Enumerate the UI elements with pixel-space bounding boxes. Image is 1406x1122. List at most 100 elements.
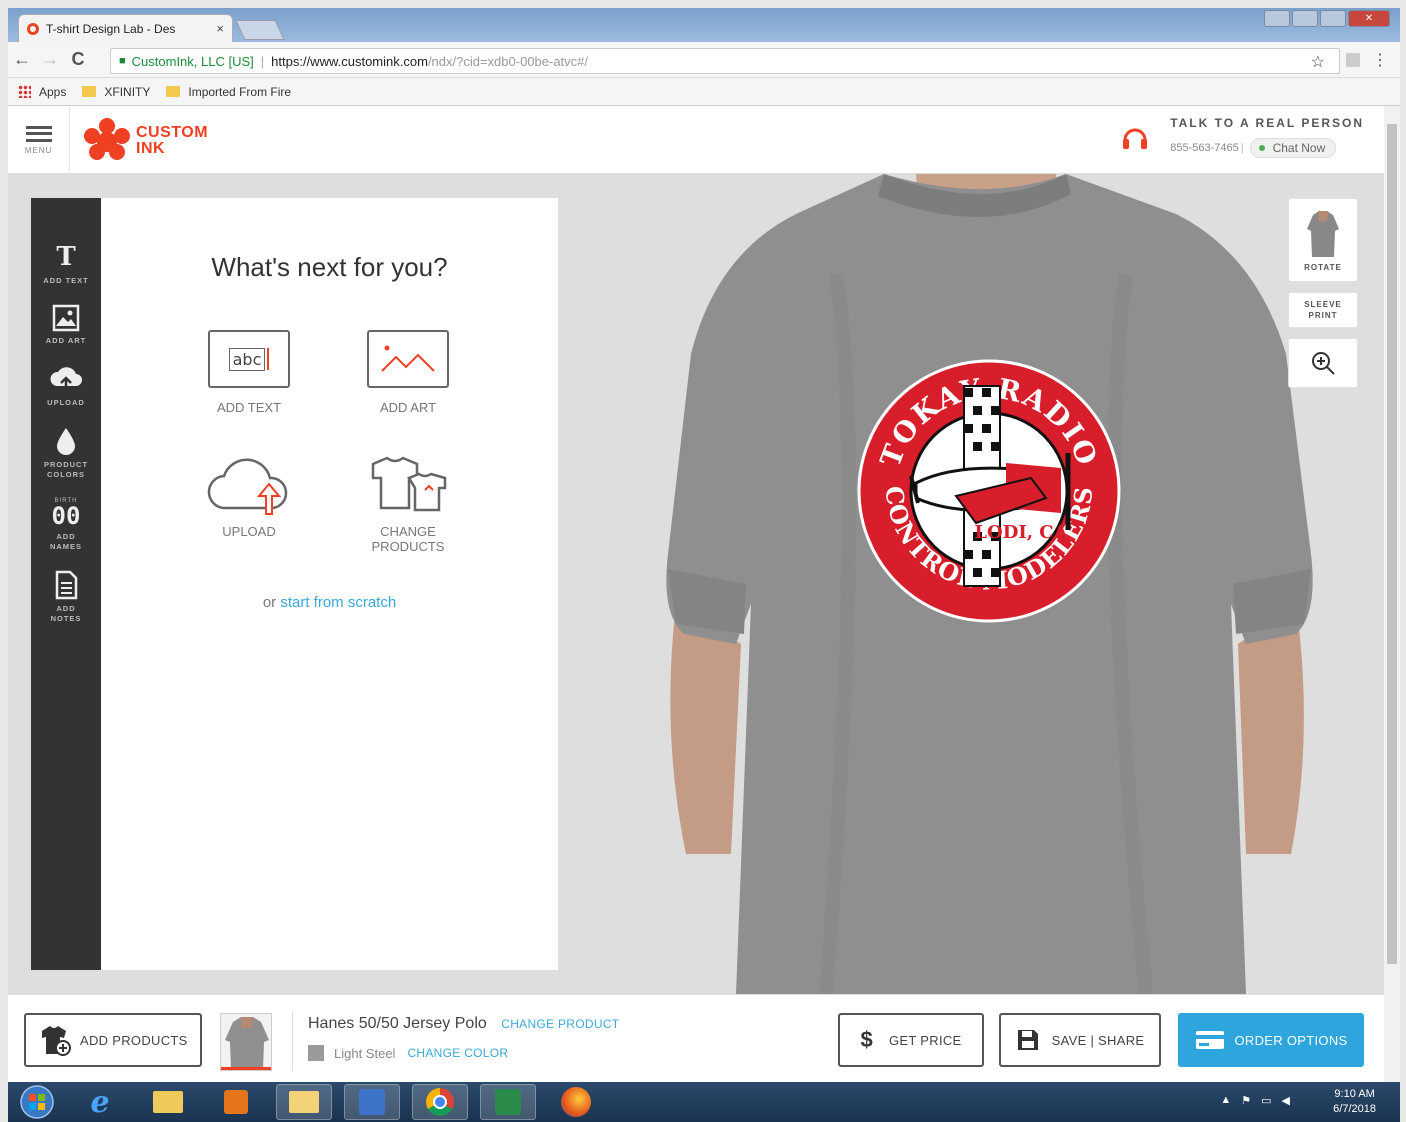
start-from-scratch-link[interactable]: start from scratch (280, 594, 396, 611)
address-bar[interactable]: ■ CustomInk, LLC [US] | https://www.cust… (110, 48, 1340, 74)
tool-add-notes[interactable]: ADD NOTES (31, 570, 101, 624)
page-scrollbar[interactable] (1384, 106, 1400, 1082)
bookmark-imported[interactable]: Imported From Fire (166, 85, 291, 99)
get-price-button[interactable]: $ GET PRICE (838, 1013, 984, 1067)
hamburger-icon (25, 125, 52, 142)
scratch-prefix: or (262, 594, 277, 611)
headset-icon (1123, 128, 1147, 149)
minimize-button[interactable] (1292, 10, 1318, 27)
tool-add-text[interactable]: T ADD TEXT (31, 242, 101, 286)
maximize-button[interactable] (1320, 10, 1346, 27)
change-color-link[interactable]: CHANGE COLOR (407, 1046, 508, 1060)
change-product-link[interactable]: CHANGE PRODUCT (501, 1017, 619, 1031)
bottom-action-bar: ADD PRODUCTS Hanes 50/50 Jersey Polo CHA… (8, 994, 1384, 1082)
badge-location-text: LODI, CA (974, 522, 1068, 543)
zoom-in-icon (1312, 352, 1335, 375)
windows-taskbar: e ▲ ⚑ ▭ ◀ 9:10 AM 6/7/2018 (8, 1082, 1400, 1122)
browser-tab[interactable]: T-shirt Design Lab - Des × (18, 14, 233, 42)
browser-menu-icon[interactable]: ⋮ (1372, 50, 1388, 70)
folder-icon (166, 86, 181, 97)
design-canvas[interactable]: TOKAY RADIO CONTROL MODELERS (566, 174, 1384, 994)
new-tab-button[interactable] (235, 20, 285, 40)
browser-tab-strip: T-shirt Design Lab - Des × ✕ (8, 8, 1400, 42)
browser-toolbar: ← → C ■ CustomInk, LLC [US] | https://ww… (8, 42, 1400, 78)
save-share-button[interactable]: SAVE | SHARE (999, 1013, 1161, 1067)
bookmark-xfinity[interactable]: XFINITY (82, 85, 150, 99)
chat-now-button[interactable]: Chat Now (1249, 138, 1337, 158)
add-product-shirt-icon (42, 1026, 71, 1056)
taskbar-clock[interactable]: 9:10 AM 6/7/2018 (1333, 1087, 1376, 1117)
scrollbar-thumb[interactable] (1387, 124, 1397, 964)
network-icon[interactable]: ▭ (1261, 1094, 1271, 1107)
logo-wordmark: CUSTOM INK (136, 124, 209, 157)
url-host: https://www.customink.com (271, 53, 428, 69)
window-controls: ✕ (1264, 10, 1390, 27)
tray-arrow-icon[interactable]: ▲ (1220, 1094, 1231, 1107)
product-thumbnail[interactable] (220, 1013, 272, 1071)
choice-add-art[interactable]: ADD ART (348, 330, 468, 415)
windows-start-icon (20, 1085, 54, 1119)
flag-icon[interactable]: ⚑ (1241, 1094, 1251, 1107)
back-button[interactable]: ← (8, 49, 36, 70)
tab-close-icon[interactable]: × (216, 21, 224, 36)
taskbar-excel[interactable] (480, 1084, 536, 1120)
web-page: MENU CUSTOM INK TALK TO A REAL PERSON 85… (8, 106, 1384, 1082)
credit-card-icon (1195, 1031, 1224, 1049)
volume-icon[interactable]: ◀ (1282, 1094, 1290, 1107)
sleeve-print-button[interactable]: SLEEVE PRINT (1288, 292, 1358, 328)
tool-upload[interactable]: UPLOAD (31, 364, 101, 408)
excel-icon (495, 1089, 521, 1115)
notes-icon (55, 570, 78, 600)
bookmark-star-icon[interactable]: ☆ (1311, 52, 1325, 72)
system-tray: ▲ ⚑ ▭ ◀ (1220, 1094, 1290, 1107)
get-price-label: GET PRICE (889, 1032, 962, 1048)
zoom-button[interactable] (1288, 338, 1358, 388)
tool-product-colors[interactable]: PRODUCT COLORS (31, 426, 101, 480)
change-products-label-2: PRODUCTS (371, 539, 445, 554)
taskbar-outlook[interactable] (276, 1084, 332, 1120)
menu-button[interactable]: MENU (8, 106, 70, 174)
change-products-icon (371, 456, 447, 512)
folder-icon (82, 86, 97, 97)
secure-label: CustomInk, LLC [US] (131, 53, 254, 69)
taskbar-firefox[interactable] (548, 1084, 604, 1120)
lock-icon: ■ (119, 55, 126, 67)
word-icon (359, 1089, 385, 1115)
forward-button[interactable]: → (36, 49, 64, 70)
taskbar-explorer[interactable] (140, 1084, 196, 1120)
taskbar-word[interactable] (344, 1084, 400, 1120)
close-window-button[interactable]: ✕ (1348, 10, 1390, 27)
taskbar-media-player[interactable] (208, 1084, 264, 1120)
tool-add-art[interactable]: ADD ART (31, 304, 101, 346)
choice-upload[interactable]: UPLOAD (189, 454, 309, 539)
user-icon[interactable] (1264, 10, 1290, 27)
add-products-label: ADD PRODUCTS (80, 1032, 188, 1048)
choice-change-products[interactable]: CHANGE PRODUCTS (348, 454, 468, 554)
chrome-icon (426, 1088, 454, 1116)
phone-number[interactable]: 855-563-7465 (1170, 142, 1239, 154)
taskbar-chrome[interactable] (412, 1084, 468, 1120)
url-path: /ndx/?cid=xdb0-00be-atvc#/ (427, 53, 589, 69)
bookmark-apps[interactable]: Apps (18, 85, 66, 99)
save-share-label: SAVE | SHARE (1051, 1032, 1145, 1048)
drop-icon (57, 428, 75, 455)
order-options-button[interactable]: ORDER OPTIONS (1178, 1013, 1364, 1067)
url-separator: | (260, 53, 265, 69)
color-name: Light Steel (334, 1045, 396, 1061)
tool-add-names[interactable]: BIRTH 00 ADD NAMES (31, 498, 101, 552)
add-products-button[interactable]: ADD PRODUCTS (24, 1013, 202, 1067)
bookmarks-bar: Apps XFINITY Imported From Fire (8, 78, 1400, 106)
choice-add-text[interactable]: abc ADD TEXT (189, 330, 309, 415)
extension-icon[interactable] (1346, 53, 1360, 67)
start-button[interactable] (14, 1084, 60, 1120)
favicon-icon (27, 22, 39, 35)
talk-label: TALK TO A REAL PERSON (1170, 116, 1364, 130)
reload-button[interactable]: C (64, 49, 92, 70)
product-color-row: Light Steel CHANGE COLOR (308, 1045, 508, 1061)
add-art-icon (367, 330, 449, 388)
panel-title: What's next for you? (211, 252, 448, 282)
custom-ink-logo[interactable]: CUSTOM INK (84, 118, 208, 164)
taskbar-ie[interactable]: e (72, 1084, 128, 1120)
dollar-icon: $ (860, 1027, 873, 1052)
rotate-button[interactable]: ROTATE (1288, 198, 1358, 282)
